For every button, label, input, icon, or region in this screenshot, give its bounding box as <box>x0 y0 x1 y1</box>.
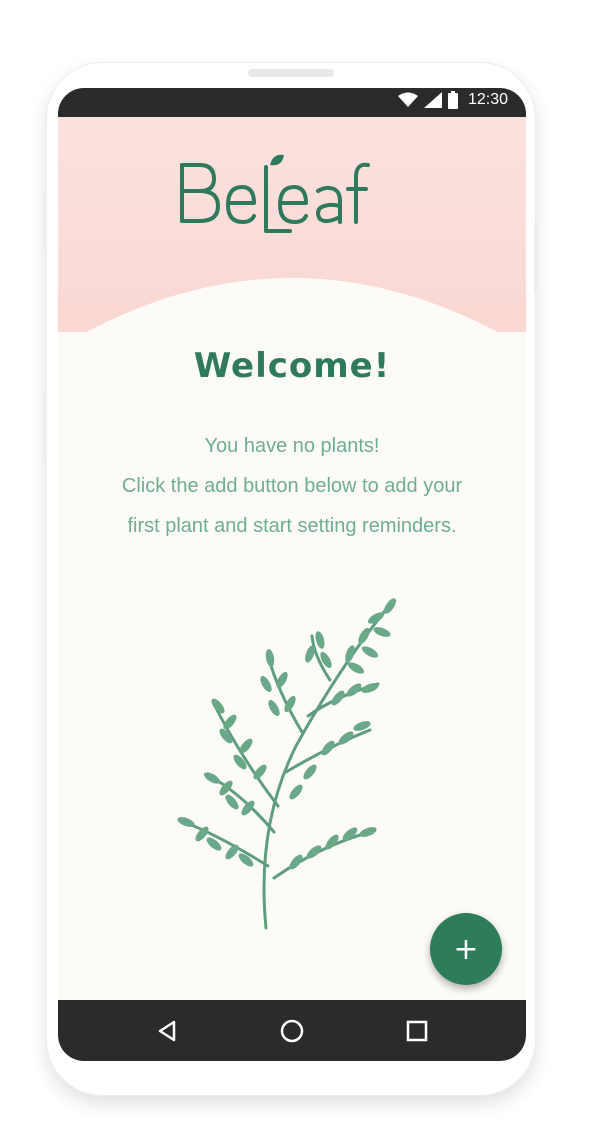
home-button[interactable] <box>272 1011 312 1051</box>
message-line-1: You have no plants! <box>204 435 380 457</box>
recents-icon <box>407 1020 428 1041</box>
signal-icon <box>423 92 442 108</box>
empty-state-message: You have no plants! Click the add button… <box>58 426 526 546</box>
power-button <box>534 222 538 292</box>
volume-button <box>43 192 47 252</box>
message-line-3: first plant and start setting reminders. <box>127 515 457 537</box>
phone-frame: 12:30 Welcome! You have no plants! Click… <box>43 62 538 1096</box>
back-icon <box>158 1020 175 1041</box>
logo-leaf <box>270 154 284 166</box>
back-button[interactable] <box>147 1011 187 1051</box>
home-icon <box>280 1019 304 1042</box>
curved-divider <box>58 278 526 348</box>
welcome-title: Welcome! <box>193 346 391 386</box>
add-icon: + <box>453 931 479 967</box>
system-nav-bar <box>58 1000 526 1061</box>
add-plant-button[interactable]: + <box>430 913 502 985</box>
app-screen: 12:30 Welcome! You have no plants! Click… <box>58 88 526 1061</box>
message-line-2: Click the add button below to add your <box>121 475 463 497</box>
wifi-icon <box>397 92 418 107</box>
recents-button[interactable] <box>397 1011 437 1051</box>
status-icons: 12:30 <box>397 91 508 109</box>
status-time: 12:30 <box>467 91 508 108</box>
status-bar: 12:30 <box>58 88 526 117</box>
beleaf-logo <box>180 154 370 233</box>
phone-speaker <box>248 69 334 77</box>
volume-button-lower <box>43 392 47 462</box>
plant-branch-illustration <box>177 598 397 930</box>
battery-icon <box>447 91 458 109</box>
